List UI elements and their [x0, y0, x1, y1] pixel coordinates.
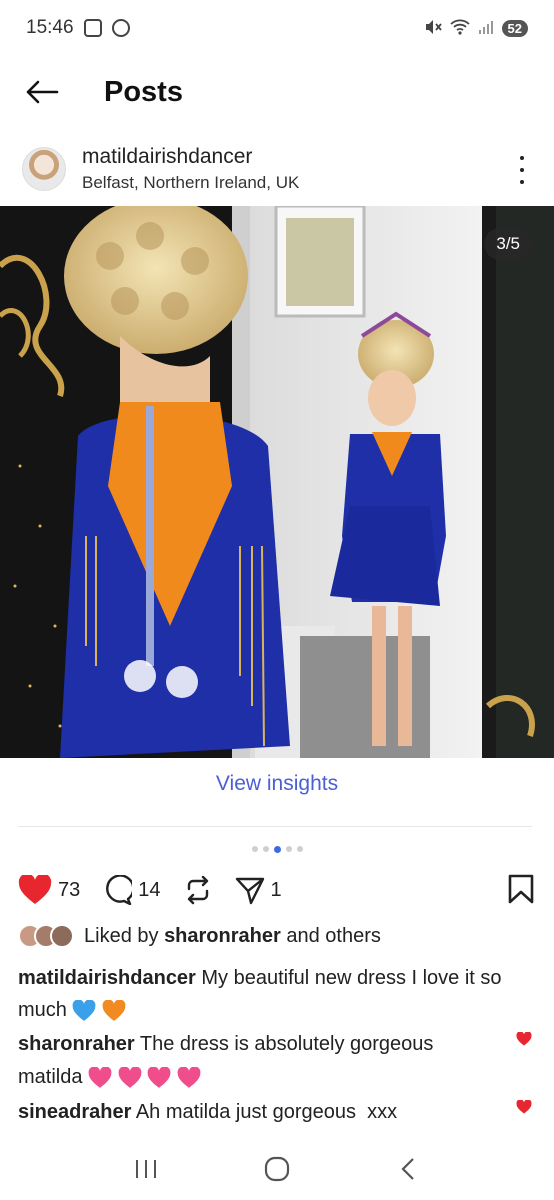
liked-by-row[interactable]: Liked by sharonraher and others [18, 924, 381, 948]
more-dot-icon [520, 156, 524, 160]
shares-count: 1 [270, 878, 282, 901]
signal-icon [478, 20, 494, 37]
home-icon [264, 1156, 290, 1182]
post-caption: matildairishdancer My beautiful new dres… [18, 962, 518, 1026]
comment-icon [106, 875, 133, 905]
pink-heart-icon [177, 1066, 201, 1088]
view-insights-link[interactable]: View insights [0, 772, 554, 796]
liker-avatars [18, 924, 74, 948]
like-button[interactable]: 73 [18, 875, 80, 905]
share-button[interactable]: 1 [235, 875, 282, 905]
pink-heart-icon [88, 1066, 112, 1088]
comment-button[interactable]: 14 [102, 875, 161, 905]
status-bar: 15:46 52 [0, 0, 554, 56]
likes-count: 73 [58, 878, 81, 901]
author-username[interactable]: matildairishdancer [82, 145, 299, 169]
action-bar: 73 14 1 [18, 868, 538, 912]
page-title: Posts [104, 75, 183, 108]
save-button[interactable] [508, 874, 534, 909]
repost-icon [187, 875, 208, 905]
status-time: 15:46 [26, 17, 74, 38]
heart-icon [18, 875, 52, 904]
recent-apps-button[interactable] [126, 1149, 166, 1189]
avatar[interactable] [22, 147, 66, 191]
liked-by-suffix: and others [280, 924, 381, 947]
heart-icon [516, 1099, 532, 1114]
back-button[interactable] [24, 74, 60, 110]
repost-button[interactable] [183, 875, 213, 905]
screenshot-icon [83, 19, 102, 37]
mute-icon [424, 19, 442, 38]
system-nav-bar [0, 1138, 554, 1200]
bookmark-icon [508, 874, 534, 904]
chevron-left-icon [401, 1158, 415, 1180]
home-button[interactable] [257, 1149, 297, 1189]
comments-count: 14 [138, 878, 161, 901]
liked-by-prefix: Liked by [84, 924, 165, 947]
liked-by-user[interactable]: sharonraher [164, 925, 281, 948]
divider [18, 826, 532, 827]
blue-heart-icon [73, 999, 96, 1021]
orange-heart-icon [102, 999, 126, 1021]
pink-heart-icon [147, 1066, 171, 1088]
more-options-button[interactable] [514, 156, 530, 184]
post-photo [0, 206, 554, 758]
post-image[interactable]: 3/5 [0, 206, 554, 758]
arrow-left-icon [26, 80, 59, 104]
comment-like-button[interactable] [516, 1099, 532, 1119]
pink-heart-icon [118, 1066, 141, 1088]
carousel-indicator [0, 846, 554, 853]
system-back-button[interactable] [388, 1149, 428, 1189]
send-icon [235, 877, 264, 905]
comment-item: sineadraher Ah matilda just gorgeous xxx [18, 1096, 498, 1129]
post-location[interactable]: Belfast, Northern Ireland, UK [82, 173, 299, 193]
recents-icon [135, 1160, 156, 1178]
image-counter: 3/5 [484, 228, 532, 260]
caption-username[interactable]: matildairishdancer [18, 967, 196, 989]
comment-username[interactable]: sineadraher [18, 1101, 131, 1123]
comment-text: Ah matilda just gorgeous xxx [131, 1101, 398, 1123]
battery-indicator: 52 [501, 19, 528, 37]
liker-avatar [50, 924, 74, 948]
whatsapp-icon [111, 19, 130, 37]
comment-like-button[interactable] [516, 1031, 532, 1051]
wifi-icon [449, 19, 470, 38]
comment-item: sharonraher The dress is absolutely gorg… [18, 1028, 498, 1094]
comment-username[interactable]: sharonraher [18, 1033, 135, 1055]
post-author-row: matildairishdancer Belfast, Northern Ire… [0, 136, 554, 202]
header: Posts [0, 56, 554, 128]
heart-icon [516, 1031, 532, 1046]
